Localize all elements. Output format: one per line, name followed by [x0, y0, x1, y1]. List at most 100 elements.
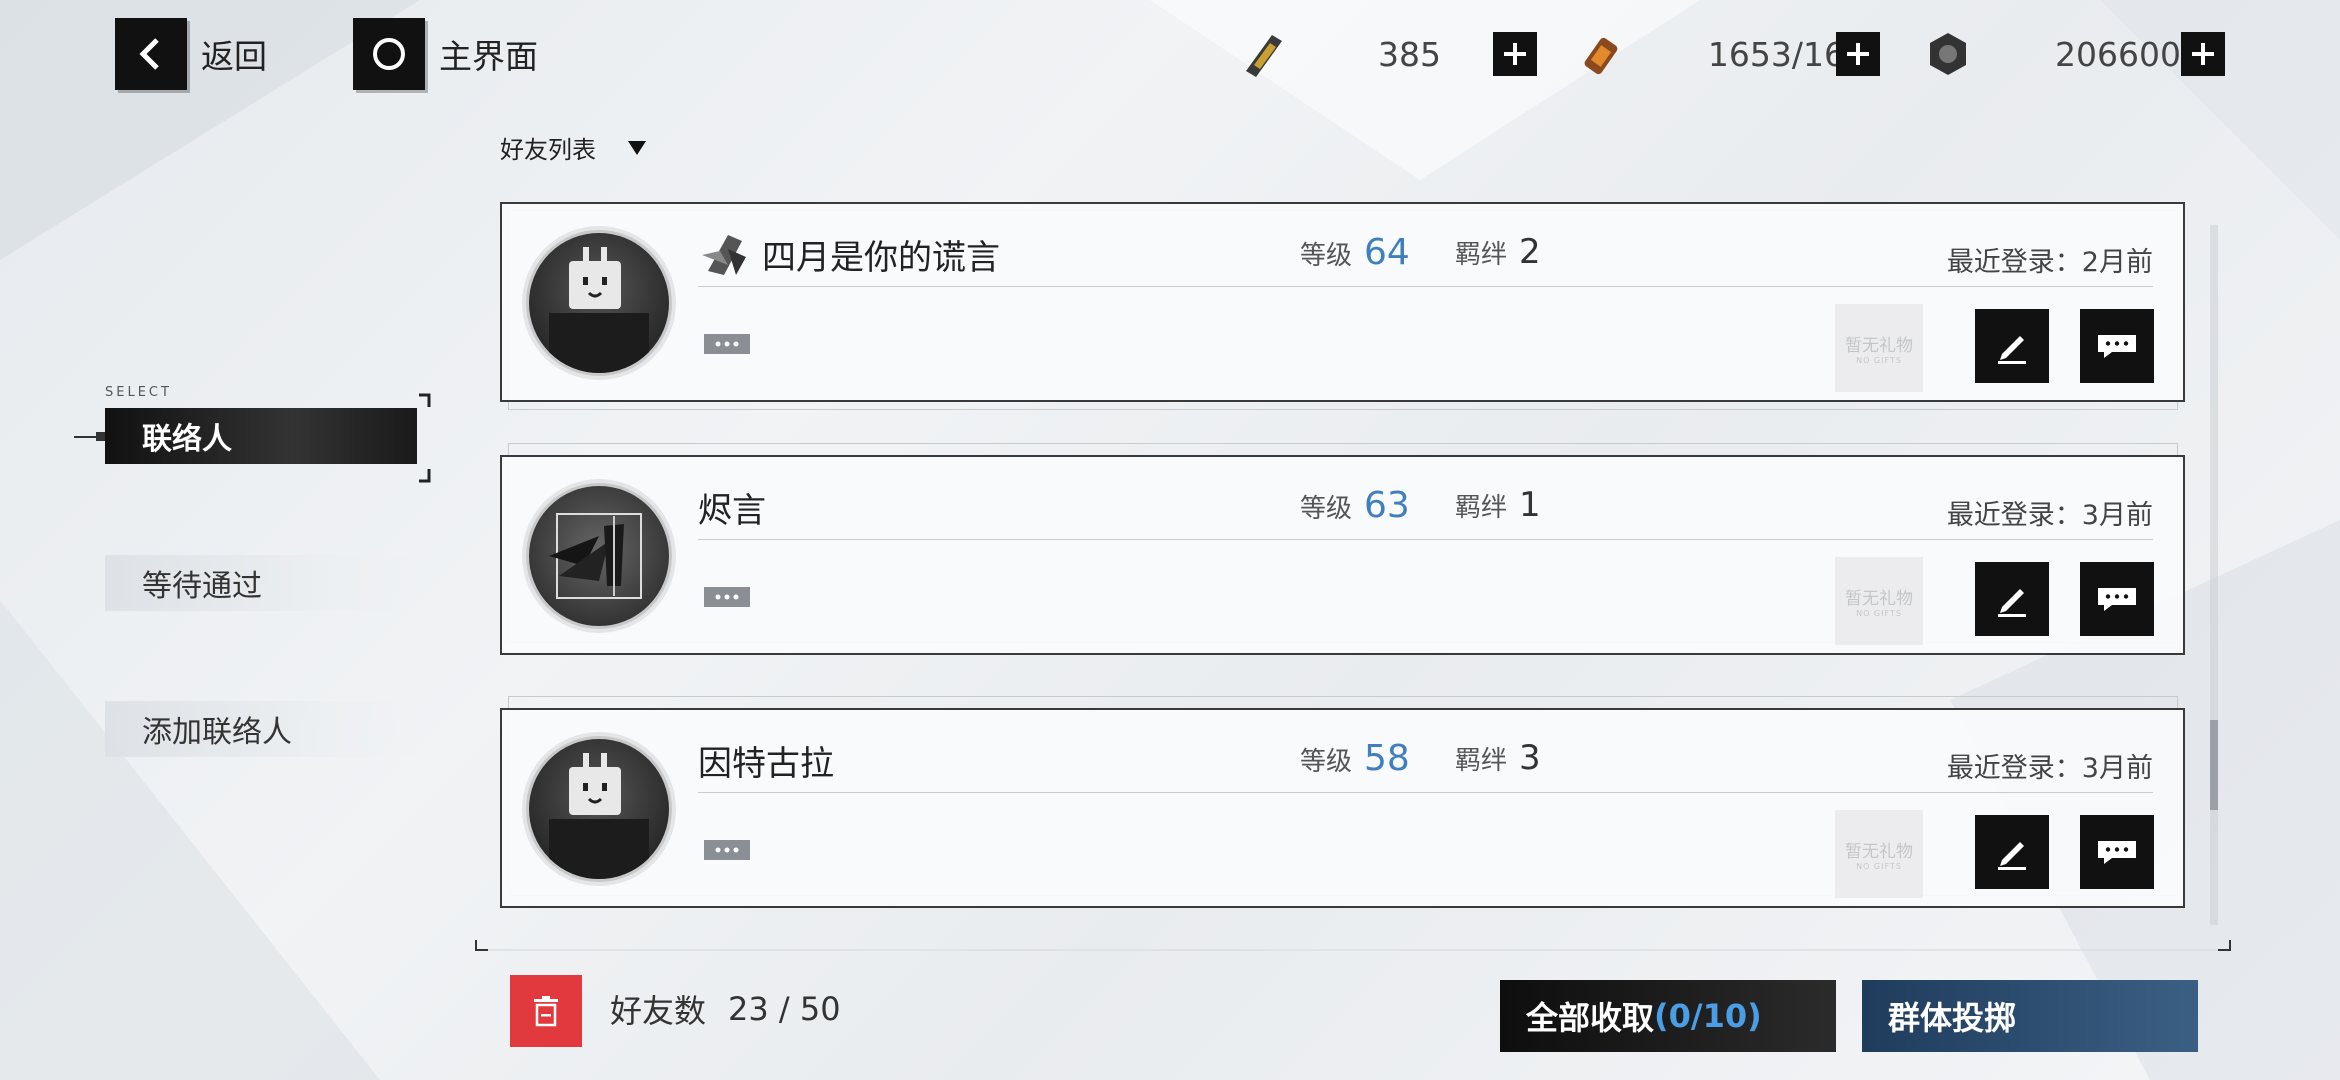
chat-bubble-icon: [2098, 335, 2136, 358]
gift-none-en-label: NO GIFTS: [1856, 609, 1902, 618]
resource-battery: 1653/160: [1576, 26, 1866, 82]
resource-ticket: 385: [1235, 26, 1441, 82]
friend-name-row: 四月是你的谎言: [698, 230, 1000, 279]
add-battery-button[interactable]: [1836, 32, 1880, 76]
bond-value: 1: [1519, 485, 1541, 525]
friend-name: 烬言: [698, 491, 766, 531]
friend-card[interactable]: 因特古拉 等级 58 羁绊 3 最近登录：3月前 暂无礼物 NO GIFTS: [500, 708, 2185, 908]
home-label: 主界面: [439, 37, 538, 76]
avatar: [522, 226, 676, 380]
gift-none-en-label: NO GIFTS: [1856, 862, 1902, 871]
home-button[interactable]: 主界面: [353, 18, 538, 90]
card-divider: [698, 286, 2153, 287]
home-circle-icon: [353, 18, 425, 90]
level-label: 等级: [1300, 241, 1353, 271]
back-label: 返回: [201, 37, 267, 76]
level-value: 63: [1364, 485, 1410, 526]
message-button[interactable]: [2080, 309, 2154, 383]
friend-name: 四月是你的谎言: [762, 238, 1000, 278]
level-group: 等级 64: [1300, 232, 1410, 273]
last-login: 最近登录：3月前: [1946, 500, 2153, 531]
edit-button[interactable]: [1975, 815, 2049, 889]
gift-none-label: 暂无礼物: [1845, 842, 1913, 862]
back-button[interactable]: 返回: [115, 18, 267, 90]
menu-item-add-contact[interactable]: 添加联络人: [105, 701, 417, 757]
resource-core: 2066000: [1920, 26, 2202, 82]
gift-slot: 暂无礼物 NO GIFTS: [1835, 557, 1923, 645]
message-button[interactable]: [2080, 815, 2154, 889]
resource-core-value: 2066000: [2055, 34, 2202, 74]
menu-item-pending-label: 等待通过: [142, 569, 262, 604]
gear-core-icon: [1920, 26, 1976, 82]
gift-slot: 暂无礼物 NO GIFTS: [1835, 304, 1923, 392]
list-frame-corners: [475, 940, 2231, 951]
resource-battery-value: 1653/160: [1707, 34, 1866, 74]
chevron-left-icon: [115, 18, 187, 90]
friend-count: 好友数 23 / 50: [610, 986, 841, 1032]
last-login: 最近登录：3月前: [1946, 753, 2153, 784]
robot-avatar-icon: [549, 247, 649, 373]
level-label: 等级: [1300, 494, 1353, 524]
edit-button[interactable]: [1975, 309, 2049, 383]
menu-item-contacts[interactable]: 联络人: [105, 408, 417, 464]
avatar: [522, 732, 676, 886]
speech-bubble-icon: [704, 334, 750, 354]
speech-bubble-icon: [704, 840, 750, 860]
delete-friend-button[interactable]: [510, 975, 582, 1047]
gift-none-label: 暂无礼物: [1845, 589, 1913, 609]
bond-label: 羁绊: [1455, 240, 1508, 270]
group-throw-button[interactable]: 群体投掷: [1862, 980, 2198, 1052]
scrollbar-thumb[interactable]: [2210, 720, 2218, 810]
friend-list-title: 好友列表: [500, 136, 596, 164]
add-ticket-button[interactable]: [1493, 32, 1537, 76]
ticket-icon: [1235, 26, 1291, 82]
menu-item-contacts-label: 联络人: [142, 422, 232, 457]
level-group: 等级 58: [1300, 738, 1410, 779]
pencil-icon: [1998, 589, 2026, 617]
menu-bracket: [419, 393, 431, 483]
edit-button[interactable]: [1975, 562, 2049, 636]
wing-emblem-avatar-icon: [549, 513, 642, 599]
badge-icon: [702, 234, 746, 275]
bond-group: 羁绊 2: [1455, 232, 1541, 272]
bond-label: 羁绊: [1455, 493, 1508, 523]
select-tag: SELECT: [105, 385, 172, 400]
speech-bubble-icon: [704, 587, 750, 607]
level-label: 等级: [1300, 747, 1353, 777]
menu-item-pending[interactable]: 等待通过: [105, 555, 417, 611]
card-divider: [698, 539, 2153, 540]
battery-icon: [1576, 26, 1632, 82]
friend-card[interactable]: 四月是你的谎言 等级 64 羁绊 2 最近登录：2月前 暂无礼物 NO GIFT…: [500, 202, 2185, 402]
menu-item-add-contact-label: 添加联络人: [142, 715, 292, 750]
friend-name-row: 因特古拉: [698, 736, 834, 785]
scrollbar-track[interactable]: [2210, 225, 2218, 925]
triangle-down-icon: [628, 140, 646, 155]
bond-value: 3: [1519, 738, 1541, 778]
last-login: 最近登录：2月前: [1946, 247, 2153, 278]
friend-list-dropdown[interactable]: 好友列表: [500, 130, 648, 165]
gift-slot: 暂无礼物 NO GIFTS: [1835, 810, 1923, 898]
card-divider: [698, 792, 2153, 793]
friend-count-value: 23 / 50: [728, 990, 841, 1028]
robot-avatar-icon: [549, 753, 649, 879]
add-core-button[interactable]: [2181, 32, 2225, 76]
collect-all-label: 全部收取: [1526, 999, 1655, 1037]
pencil-icon: [1998, 336, 2026, 364]
menu-pointer-dot: [96, 432, 105, 441]
friend-card[interactable]: 烬言 等级 63 羁绊 1 最近登录：3月前 暂无礼物 NO GIFTS: [500, 455, 2185, 655]
collect-all-button[interactable]: 全部收取 (0/10): [1500, 980, 1836, 1052]
chat-bubble-icon: [2098, 841, 2136, 864]
group-throw-label: 群体投掷: [1888, 999, 2017, 1037]
collect-all-count: (0/10): [1654, 997, 1762, 1035]
pencil-icon: [1998, 842, 2026, 870]
message-button[interactable]: [2080, 562, 2154, 636]
bond-value: 2: [1519, 232, 1541, 272]
avatar: [522, 479, 676, 633]
bond-group: 羁绊 1: [1455, 485, 1541, 525]
friend-count-label: 好友数: [610, 992, 707, 1030]
friend-name: 因特古拉: [698, 744, 834, 784]
bond-group: 羁绊 3: [1455, 738, 1541, 778]
friend-name-row: 烬言: [698, 483, 766, 532]
chat-bubble-icon: [2098, 588, 2136, 611]
gift-none-en-label: NO GIFTS: [1856, 356, 1902, 365]
